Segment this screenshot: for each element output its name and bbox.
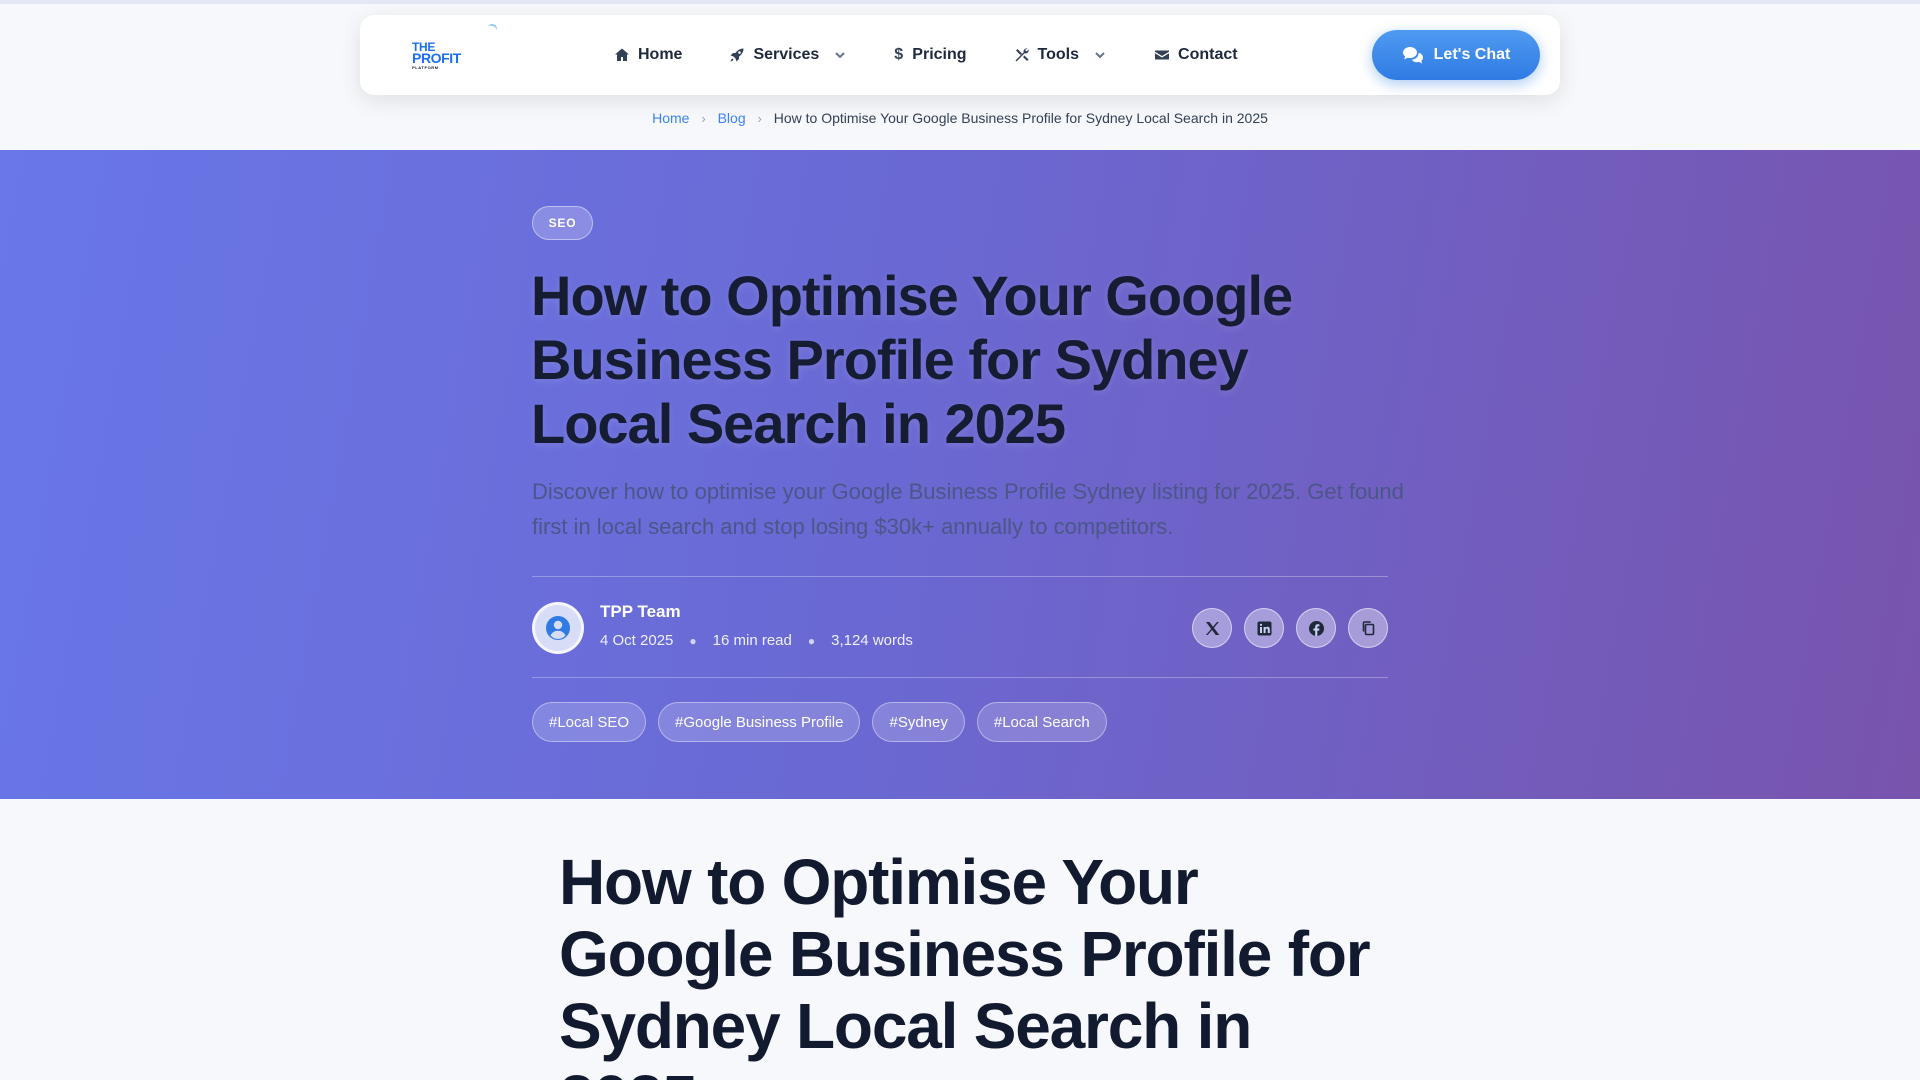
tools-icon: [1015, 48, 1029, 62]
rocket-icon: [730, 48, 744, 62]
tag-local-seo[interactable]: #Local SEO: [532, 702, 647, 742]
post-meta: 4 Oct 2025 ● 16 min read ● 3,124 words: [600, 632, 913, 649]
breadcrumb-home-link[interactable]: Home: [652, 110, 689, 126]
share-buttons: [1192, 608, 1388, 648]
top-progress-line: [0, 0, 1920, 4]
loading-spinner-icon: [485, 22, 499, 36]
separator-dot-icon: ●: [807, 633, 816, 648]
share-x-button[interactable]: [1192, 608, 1232, 648]
lets-chat-label: Let's Chat: [1433, 46, 1511, 63]
home-icon: [615, 48, 629, 61]
nav-tools-label: Tools: [1037, 46, 1080, 63]
article-title: How to Optimise Your Google Business Pro…: [559, 846, 1371, 1080]
user-icon: [546, 616, 570, 640]
logo[interactable]: THE PROFIT PLATFORM: [412, 41, 466, 71]
breadcrumb-chevron-icon: ›: [701, 111, 706, 126]
breadcrumb-chevron-icon: ›: [757, 111, 762, 126]
divider: [532, 677, 1388, 678]
tag-local-search[interactable]: #Local Search: [976, 702, 1107, 742]
read-time: 16 min read: [712, 632, 792, 649]
logo-line-3: PLATFORM: [412, 65, 439, 70]
nav-home[interactable]: Home: [614, 46, 682, 64]
nav-services-label: Services: [753, 46, 820, 63]
breadcrumb: Home › Blog › How to Optimise Your Googl…: [0, 110, 1920, 126]
chevron-down-icon: [835, 52, 846, 59]
share-facebook-button[interactable]: [1296, 608, 1336, 648]
nav-pricing-label: Pricing: [912, 46, 967, 63]
logo-line-2: PROFIT: [412, 50, 461, 66]
breadcrumb-blog-link[interactable]: Blog: [718, 110, 746, 126]
dollar-icon: $: [894, 46, 904, 63]
hero-title: How to Optimise Your Google Business Pro…: [531, 264, 1293, 455]
linkedin-icon: [1257, 621, 1271, 635]
nav-contact[interactable]: Contact: [1154, 46, 1238, 64]
main-nav: Home Services $ Pricing Tools Contact: [614, 15, 1285, 95]
copy-icon: [1362, 620, 1374, 635]
hero-section: SEO How to Optimise Your Google Business…: [0, 150, 1920, 799]
category-badge[interactable]: SEO: [532, 206, 593, 240]
tag-sydney[interactable]: #Sydney: [872, 702, 965, 742]
navbar: THE PROFIT PLATFORM Home Services $ Pric…: [360, 15, 1560, 95]
word-count: 3,124 words: [831, 632, 913, 649]
chevron-down-icon: [1095, 52, 1105, 59]
author-name: TPP Team: [600, 602, 681, 621]
lets-chat-button[interactable]: Let's Chat: [1372, 30, 1540, 80]
share-linkedin-button[interactable]: [1244, 608, 1284, 648]
x-icon: [1205, 621, 1219, 635]
tag-google-business-profile[interactable]: #Google Business Profile: [658, 702, 861, 742]
nav-home-label: Home: [638, 46, 683, 63]
breadcrumb-current: How to Optimise Your Google Business Pro…: [773, 110, 1268, 126]
nav-pricing[interactable]: $ Pricing: [894, 46, 966, 64]
post-date: 4 Oct 2025: [600, 632, 674, 649]
hero-subtitle: Discover how to optimise your Google Bus…: [532, 479, 1404, 539]
divider: [532, 576, 1388, 577]
chat-bubbles-icon: [1402, 47, 1423, 64]
separator-dot-icon: ●: [689, 633, 697, 648]
author-avatar: [532, 602, 584, 654]
nav-tools[interactable]: Tools: [1014, 46, 1107, 64]
facebook-icon: [1308, 620, 1324, 636]
copy-link-button[interactable]: [1348, 608, 1388, 648]
nav-services[interactable]: Services: [729, 46, 847, 64]
envelope-icon: [1155, 50, 1170, 60]
nav-contact-label: Contact: [1178, 46, 1238, 63]
tag-list: #Local SEO #Google Business Profile #Syd…: [532, 702, 1107, 742]
